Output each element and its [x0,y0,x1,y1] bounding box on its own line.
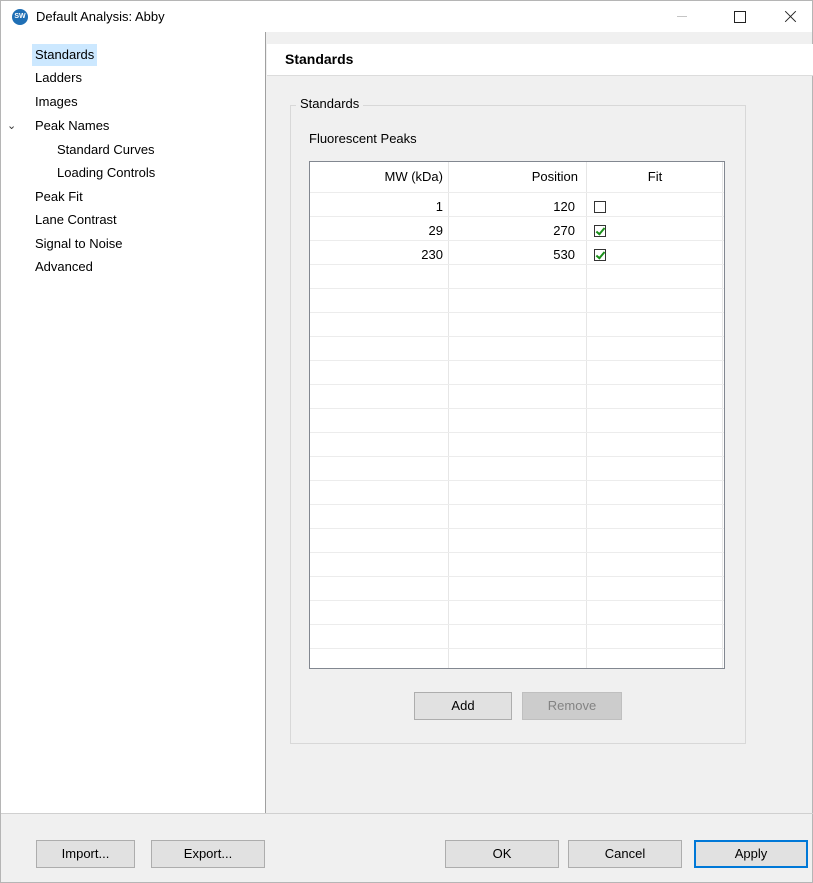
cell-position[interactable]: 270 [470,219,575,243]
row-divider [310,336,724,337]
add-button[interactable]: Add [414,692,512,720]
cell-mw[interactable]: 29 [330,219,443,243]
tree-item-standards[interactable]: Standards [32,44,98,66]
row-divider [310,528,724,529]
tree-item-lane-contrast[interactable]: Lane Contrast [32,209,120,231]
fit-checkbox[interactable] [594,225,606,237]
cell-position[interactable]: 120 [470,195,575,219]
row-divider [310,432,724,433]
row-divider [310,576,724,577]
row-divider [310,312,724,313]
column-header-position[interactable]: Position [470,162,578,192]
column-divider [722,162,723,668]
app-icon: SW [12,9,28,25]
row-divider [310,456,724,457]
row-divider [310,504,724,505]
title-bar: SW Default Analysis: Abby [1,1,812,32]
tree-item-ladders[interactable]: Ladders [32,67,85,89]
page-header: Standards [267,44,813,76]
dialog-window: SW Default Analysis: Abby Standards Ladd… [0,0,813,883]
settings-tree: Standards Ladders Images ⌄ Peak Names St… [1,32,266,814]
import-button[interactable]: Import... [36,840,135,868]
row-divider [310,288,724,289]
chevron-down-icon[interactable]: ⌄ [7,121,17,132]
standards-table: MW (kDa) Position Fit 1 120 29 270 230 5… [309,161,725,669]
row-divider [310,360,724,361]
fluorescent-peaks-label: Fluorescent Peaks [309,131,417,146]
tree-item-peak-fit[interactable]: Peak Fit [32,186,86,208]
tree-item-loading-controls[interactable]: Loading Controls [54,162,158,184]
group-title: Standards [296,96,364,111]
minimize-icon[interactable] [659,1,705,32]
column-header-mw[interactable]: MW (kDa) [330,162,444,192]
window-title: Default Analysis: Abby [36,9,165,24]
column-divider [448,162,449,668]
ok-button[interactable]: OK [445,840,559,868]
maximize-icon[interactable] [717,1,763,32]
page-title: Standards [285,51,354,67]
tree-item-advanced[interactable]: Advanced [32,256,96,278]
close-icon[interactable] [768,1,813,32]
row-divider [310,600,724,601]
row-divider [310,648,724,649]
footer-divider [1,813,813,814]
cell-position[interactable]: 530 [470,243,575,267]
tree-item-images[interactable]: Images [32,91,81,113]
cancel-button[interactable]: Cancel [568,840,682,868]
remove-button[interactable]: Remove [522,692,622,720]
tree-item-standard-curves[interactable]: Standard Curves [54,139,158,161]
cell-mw[interactable]: 1 [330,195,443,219]
row-divider [310,384,724,385]
row-divider [310,480,724,481]
row-divider [310,192,724,193]
row-divider [310,624,724,625]
fit-checkbox[interactable] [594,201,606,213]
row-divider [310,408,724,409]
tree-item-signal-to-noise[interactable]: Signal to Noise [32,233,125,255]
row-divider [310,552,724,553]
tree-item-peak-names[interactable]: Peak Names [32,115,112,137]
apply-button[interactable]: Apply [694,840,808,868]
export-button[interactable]: Export... [151,840,265,868]
fit-checkbox[interactable] [594,249,606,261]
column-header-fit[interactable]: Fit [586,162,724,192]
cell-mw[interactable]: 230 [330,243,443,267]
column-divider [586,162,587,668]
